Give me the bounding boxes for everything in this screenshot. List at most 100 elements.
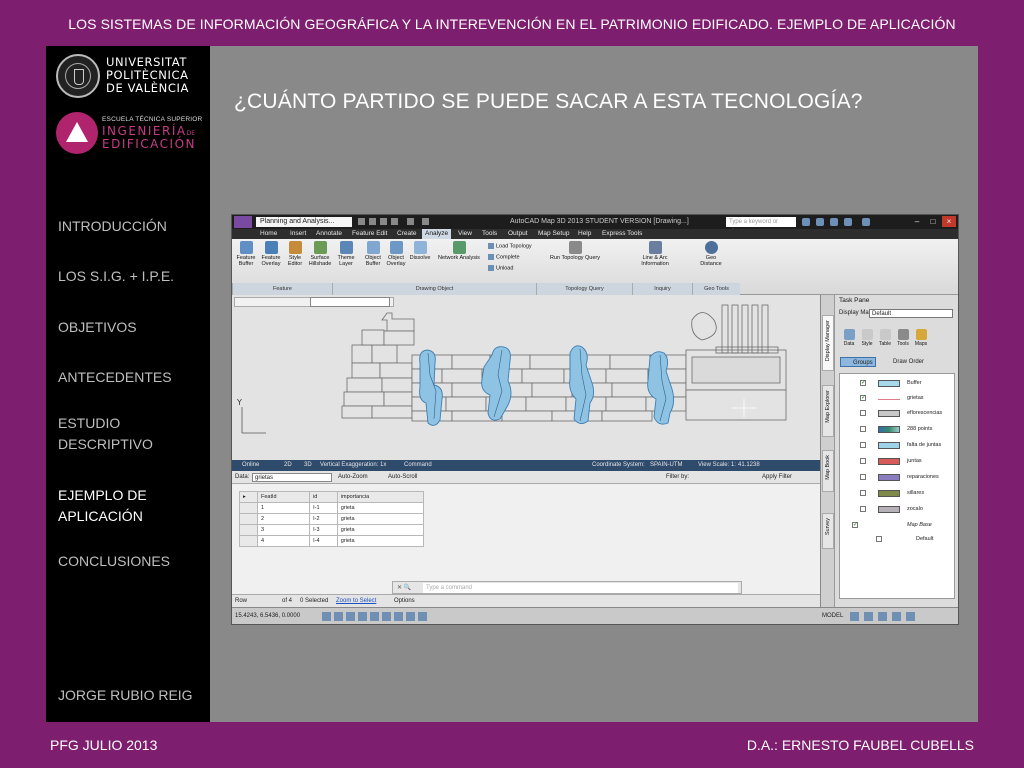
- layer-item[interactable]: eflorescencias: [846, 408, 956, 419]
- table-button[interactable]: Table: [877, 329, 893, 347]
- object-overlay-button[interactable]: Object Overlay: [385, 241, 407, 267]
- layer-item[interactable]: juntas: [846, 456, 956, 467]
- table-row[interactable]: 3 I-3 grieta: [239, 524, 425, 536]
- layer-item[interactable]: 288 points: [846, 424, 956, 435]
- surface-hillshade-button[interactable]: Surface Hillshade: [307, 241, 333, 267]
- draw-order-tab[interactable]: Draw Order: [881, 357, 931, 367]
- workspace-selector[interactable]: Planning and Analysis...: [256, 217, 352, 227]
- redo-icon[interactable]: [422, 218, 429, 225]
- otrack-icon[interactable]: [382, 612, 391, 621]
- mode-2d-button[interactable]: 2D: [284, 460, 292, 471]
- theme-layer-button[interactable]: Theme Layer: [335, 241, 357, 267]
- groups-tab[interactable]: Groups: [840, 357, 876, 367]
- layer-group-item[interactable]: Default: [846, 534, 956, 545]
- vertical-exaggeration-select[interactable]: 1x: [380, 460, 386, 471]
- nav-item-estudio-descriptivo[interactable]: ESTUDIO DESCRIPTIVO: [58, 413, 168, 455]
- search-icon[interactable]: [802, 218, 810, 226]
- tab-help[interactable]: Help: [578, 230, 591, 237]
- grid-icon[interactable]: [334, 612, 343, 621]
- isolate-icon[interactable]: [892, 612, 901, 621]
- favorites-icon[interactable]: [844, 218, 852, 226]
- column-header[interactable]: FeatId: [256, 491, 311, 503]
- undo-icon[interactable]: [407, 218, 414, 225]
- nav-item-introduccion[interactable]: INTRODUCCIÓN: [58, 216, 208, 237]
- tab-analyze[interactable]: Analyze: [422, 229, 452, 239]
- clean-screen-icon[interactable]: [906, 612, 915, 621]
- save-icon[interactable]: [380, 218, 387, 225]
- online-toggle[interactable]: Online: [242, 460, 259, 471]
- network-analysis-button[interactable]: Network Analysis: [434, 241, 484, 261]
- tab-survey[interactable]: Survey: [822, 513, 834, 549]
- keyword-search-input[interactable]: Type a keyword or phrase: [726, 217, 796, 235]
- new-icon[interactable]: [358, 218, 365, 225]
- layer-item[interactable]: sillares: [846, 488, 956, 499]
- auto-zoom-button[interactable]: Auto-Zoom: [338, 471, 368, 484]
- lock-icon[interactable]: [878, 612, 887, 621]
- close-command-icon[interactable]: ✕ 🔍: [397, 582, 411, 594]
- tab-tools[interactable]: Tools: [482, 230, 497, 237]
- layer-item[interactable]: falta de juntas: [846, 440, 956, 451]
- nav-item-objetivos[interactable]: OBJETIVOS: [58, 317, 208, 338]
- tab-express-tools[interactable]: Express Tools: [602, 230, 642, 237]
- object-buffer-button[interactable]: Object Buffer: [362, 241, 384, 267]
- tools-button[interactable]: Tools: [895, 329, 911, 347]
- workspace-switch-icon[interactable]: [864, 612, 873, 621]
- close-window-button[interactable]: ×: [942, 216, 956, 227]
- column-header[interactable]: importancia: [336, 491, 425, 503]
- maps-button[interactable]: Maps: [913, 329, 929, 347]
- tab-display-manager[interactable]: Display Manager: [822, 315, 834, 371]
- tab-feature-edit[interactable]: Feature Edit: [352, 230, 387, 237]
- help-icon[interactable]: [862, 218, 870, 226]
- unload-button[interactable]: Unload: [488, 265, 513, 271]
- tab-home[interactable]: Home: [260, 230, 277, 237]
- data-button[interactable]: Data: [841, 329, 857, 347]
- feature-buffer-button[interactable]: Feature Buffer: [234, 241, 258, 267]
- tab-output[interactable]: Output: [508, 230, 528, 237]
- data-source-select[interactable]: grietas: [252, 473, 332, 482]
- maximize-button[interactable]: □: [926, 216, 940, 227]
- geo-distance-button[interactable]: Geo Distance: [696, 241, 726, 267]
- tab-create[interactable]: Create: [397, 230, 417, 237]
- coordinate-system-value[interactable]: SPAIN-UTM: [650, 460, 683, 471]
- lineweight-icon[interactable]: [418, 612, 427, 621]
- tab-map-explorer[interactable]: Map Explorer: [822, 385, 834, 437]
- tab-annotate[interactable]: Annotate: [316, 230, 342, 237]
- layer-item[interactable]: grietas: [846, 393, 956, 404]
- nav-item-antecedentes[interactable]: ANTECEDENTES: [58, 367, 208, 388]
- line-arc-information-button[interactable]: Line & Arc Information: [635, 241, 675, 267]
- tab-map-setup[interactable]: Map Setup: [538, 230, 569, 237]
- tab-map-book[interactable]: Map Book: [822, 450, 834, 492]
- mode-3d-button[interactable]: 3D: [304, 460, 312, 471]
- subscription-icon[interactable]: [816, 218, 824, 226]
- annotation-scale-icon[interactable]: [850, 612, 859, 621]
- minimize-button[interactable]: –: [910, 216, 924, 227]
- open-icon[interactable]: [369, 218, 376, 225]
- style-editor-button[interactable]: Style Editor: [284, 241, 306, 267]
- osnap-icon[interactable]: [370, 612, 379, 621]
- layer-item[interactable]: Buffer: [846, 378, 956, 389]
- model-space-toggle[interactable]: MODEL: [822, 608, 843, 624]
- apply-filter-button[interactable]: Apply Filter: [762, 471, 792, 484]
- layer-group-item[interactable]: Map Base: [846, 520, 956, 531]
- column-header[interactable]: id: [309, 491, 338, 503]
- display-map-select[interactable]: Default: [869, 309, 953, 318]
- print-icon[interactable]: [391, 218, 398, 225]
- auto-scroll-button[interactable]: Auto-Scroll: [388, 471, 417, 484]
- app-menu-icon[interactable]: [234, 216, 252, 228]
- layer-item[interactable]: zocalo: [846, 504, 956, 515]
- communication-icon[interactable]: [830, 218, 838, 226]
- tab-view[interactable]: View: [458, 230, 472, 237]
- drawing-canvas[interactable]: Y: [232, 295, 820, 460]
- ducs-icon[interactable]: [394, 612, 403, 621]
- nav-item-ejemplo-aplicacion[interactable]: EJEMPLO DE APLICACIÓN: [58, 485, 168, 527]
- layer-item[interactable]: reparaciones: [846, 472, 956, 483]
- table-row[interactable]: 2 I-2 grieta: [239, 513, 425, 525]
- ortho-icon[interactable]: [346, 612, 355, 621]
- polar-icon[interactable]: [358, 612, 367, 621]
- table-row[interactable]: 1 I-1 grieta: [239, 502, 425, 514]
- run-topology-query-button[interactable]: Run Topology Query: [544, 241, 606, 261]
- tab-insert[interactable]: Insert: [290, 230, 306, 237]
- command-input[interactable]: Type a command: [423, 583, 738, 593]
- nav-item-sig-ipe[interactable]: LOS S.I.G. + I.P.E.: [58, 266, 208, 287]
- dyn-icon[interactable]: [406, 612, 415, 621]
